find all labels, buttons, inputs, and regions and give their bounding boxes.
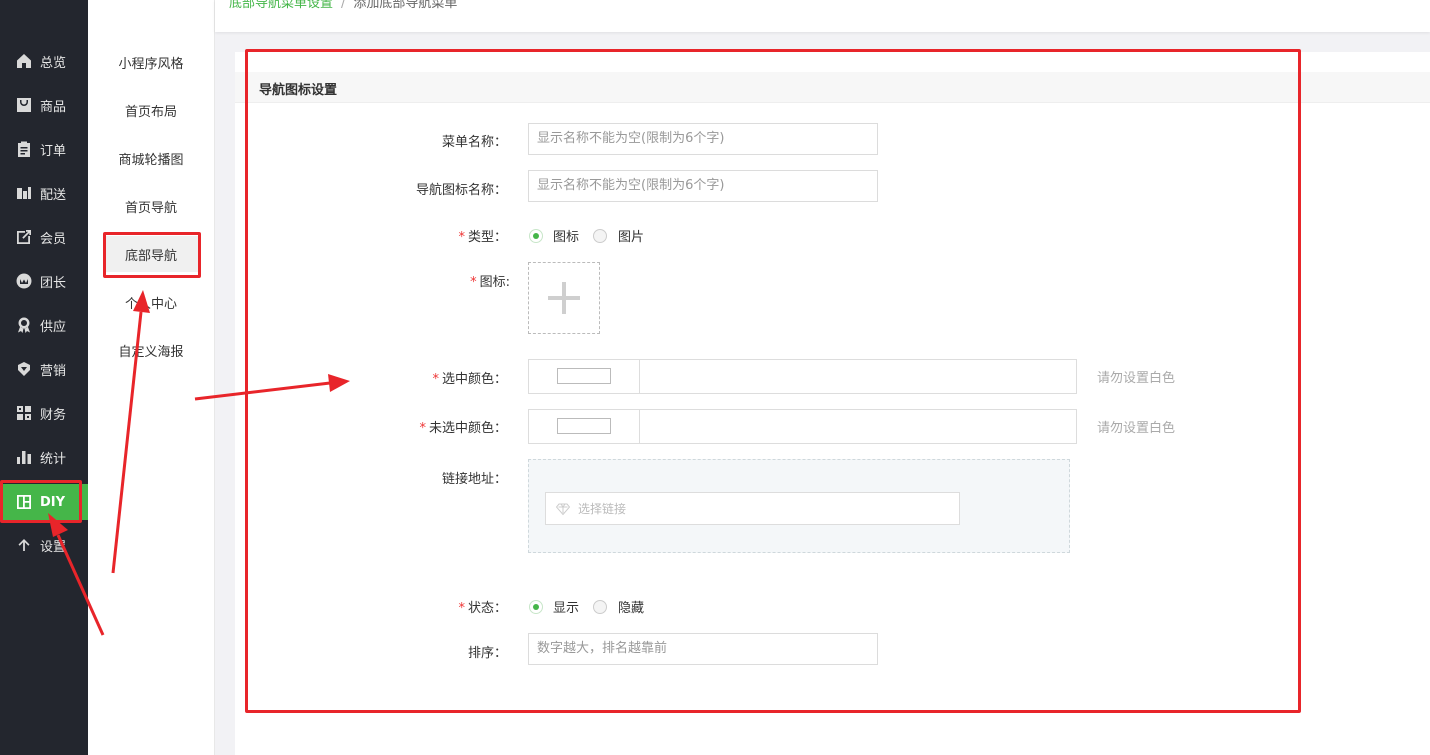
annotation-form-highlight — [245, 49, 1301, 713]
sidebar-item-orders[interactable]: 订单 — [0, 131, 88, 167]
badge-icon — [16, 273, 32, 289]
sidebar-item-goods[interactable]: 商品 — [0, 87, 88, 123]
sidebar-item-supply[interactable]: 供应 — [0, 307, 88, 343]
sidebar-item-label: 订单 — [40, 143, 67, 159]
breadcrumb: 底部导航菜单设置 / 添加底部导航菜单 — [229, 0, 457, 11]
grid-icon — [16, 405, 32, 421]
subnav-item-label: 个人中心 — [124, 296, 177, 312]
delivery-icon — [16, 185, 32, 201]
subnav-item-banner[interactable]: 商城轮播图 — [103, 140, 199, 176]
subnav-item-profile[interactable]: 个人中心 — [103, 284, 199, 320]
arrow-up-icon — [16, 537, 32, 553]
subnav-item-home-nav[interactable]: 首页导航 — [103, 188, 199, 224]
sidebar-item-label: 设置 — [40, 539, 67, 555]
subnav-item-style[interactable]: 小程序风格 — [103, 44, 199, 80]
bag-icon — [16, 97, 32, 113]
sidebar-item-settings[interactable]: 设置 — [0, 527, 88, 563]
breadcrumb-separator: / — [341, 0, 346, 11]
subnav-item-home-layout[interactable]: 首页布局 — [103, 92, 199, 128]
diy-subnav: 小程序风格 首页布局 商城轮播图 首页导航 底部导航 个人中心 自定义海报 — [88, 0, 215, 755]
annotation-diy-highlight — [0, 480, 82, 523]
sidebar-item-finance[interactable]: 财务 — [0, 395, 88, 431]
sidebar-item-label: 团长 — [40, 275, 67, 291]
sidebar-item-label: 供应 — [40, 319, 67, 335]
breadcrumb-parent-link[interactable]: 底部导航菜单设置 — [229, 0, 333, 11]
clipboard-icon — [16, 141, 32, 157]
sidebar-item-label: 会员 — [40, 231, 67, 247]
marketing-icon — [16, 361, 32, 377]
breadcrumb-bar: 底部导航菜单设置 / 添加底部导航菜单 — [215, 0, 1430, 32]
annotation-bottom-nav-highlight — [103, 232, 201, 278]
subnav-item-label: 商城轮播图 — [118, 152, 184, 168]
main-sidebar: 总览 商品 订单 配送 会员 团长 供应 营销 财务 统计 DIY 设置 — [0, 0, 88, 755]
subnav-item-label: 首页导航 — [124, 200, 177, 216]
sidebar-item-label: 商品 — [40, 99, 67, 115]
sidebar-item-label: 营销 — [40, 363, 67, 379]
sidebar-item-members[interactable]: 会员 — [0, 219, 88, 255]
sidebar-item-label: 财务 — [40, 407, 67, 423]
sidebar-item-stats[interactable]: 统计 — [0, 439, 88, 475]
sidebar-item-marketing[interactable]: 营销 — [0, 351, 88, 387]
breadcrumb-current: 添加底部导航菜单 — [353, 0, 458, 11]
sidebar-item-delivery[interactable]: 配送 — [0, 175, 88, 211]
sidebar-item-overview[interactable]: 总览 — [0, 43, 88, 79]
sidebar-item-label: 总览 — [40, 55, 67, 71]
subnav-item-label: 自定义海报 — [118, 344, 184, 360]
external-edit-icon — [16, 229, 32, 245]
home-icon — [16, 53, 32, 69]
subnav-item-poster[interactable]: 自定义海报 — [103, 332, 199, 368]
sidebar-item-leaders[interactable]: 团长 — [0, 263, 88, 299]
sidebar-item-label: 配送 — [40, 187, 67, 203]
bar-chart-icon — [16, 449, 32, 465]
subnav-item-label: 小程序风格 — [118, 56, 184, 72]
award-icon — [16, 317, 32, 333]
sidebar-item-label: 统计 — [40, 451, 67, 467]
subnav-item-label: 首页布局 — [124, 104, 177, 120]
